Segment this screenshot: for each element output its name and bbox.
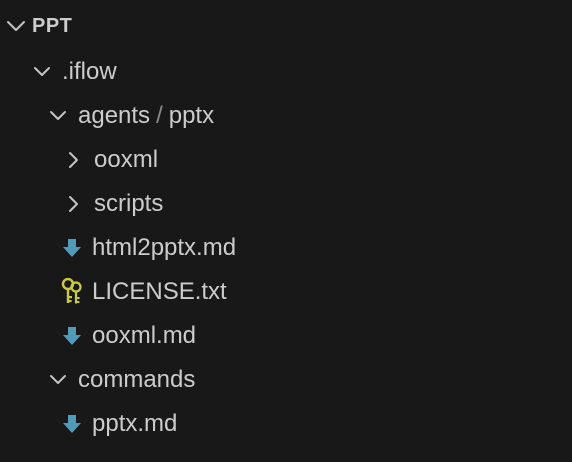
chevron-down-icon[interactable]	[44, 94, 72, 138]
explorer-root-label: PPT	[32, 15, 73, 37]
markdown-download-icon	[58, 226, 86, 270]
chevron-right-icon[interactable]	[60, 138, 88, 182]
chevron-right-icon[interactable]	[60, 182, 88, 226]
tree-item-label: html2pptx.md	[92, 234, 237, 261]
path-separator: /	[156, 102, 163, 129]
tree-item-license-txt[interactable]: LICENSE.txt	[0, 270, 572, 314]
tree-item-label-pptx[interactable]: pptx	[169, 94, 214, 138]
chevron-down-icon[interactable]	[2, 4, 30, 48]
tree-item-label: ooxml.md	[92, 322, 197, 349]
tree-item-label: LICENSE.txt	[92, 278, 227, 305]
tree-item-label: commands	[78, 366, 196, 393]
tree-item-label: pptx.md	[92, 410, 178, 437]
tree-item-pptx-md[interactable]: pptx.md	[0, 402, 572, 446]
tree-item-label-agents[interactable]: agents	[78, 94, 150, 138]
tree-item-ooxml-md[interactable]: ooxml.md	[0, 314, 572, 358]
tree-item-html2pptx-md[interactable]: html2pptx.md	[0, 226, 572, 270]
tree-item-label: ooxml	[94, 146, 159, 173]
tree-item-scripts-folder[interactable]: scripts	[0, 182, 572, 226]
tree-item-ooxml-folder[interactable]: ooxml	[0, 138, 572, 182]
license-key-icon	[58, 270, 86, 314]
tree-item-agents-pptx[interactable]: agents / pptx	[0, 94, 572, 138]
file-explorer: PPT .iflow agents / pptx ooxml scripts h…	[0, 0, 572, 462]
tree-item-commands-folder[interactable]: commands	[0, 358, 572, 402]
explorer-root-ppt[interactable]: PPT	[0, 4, 572, 48]
compact-folder-label: agents / pptx	[78, 94, 214, 138]
tree-item-label: .iflow	[62, 58, 117, 85]
markdown-download-icon	[58, 402, 86, 446]
markdown-download-icon	[58, 314, 86, 358]
chevron-down-icon[interactable]	[28, 50, 56, 94]
chevron-down-icon[interactable]	[44, 358, 72, 402]
tree-item-label: scripts	[94, 190, 164, 217]
tree-item-iflow[interactable]: .iflow	[0, 50, 572, 94]
